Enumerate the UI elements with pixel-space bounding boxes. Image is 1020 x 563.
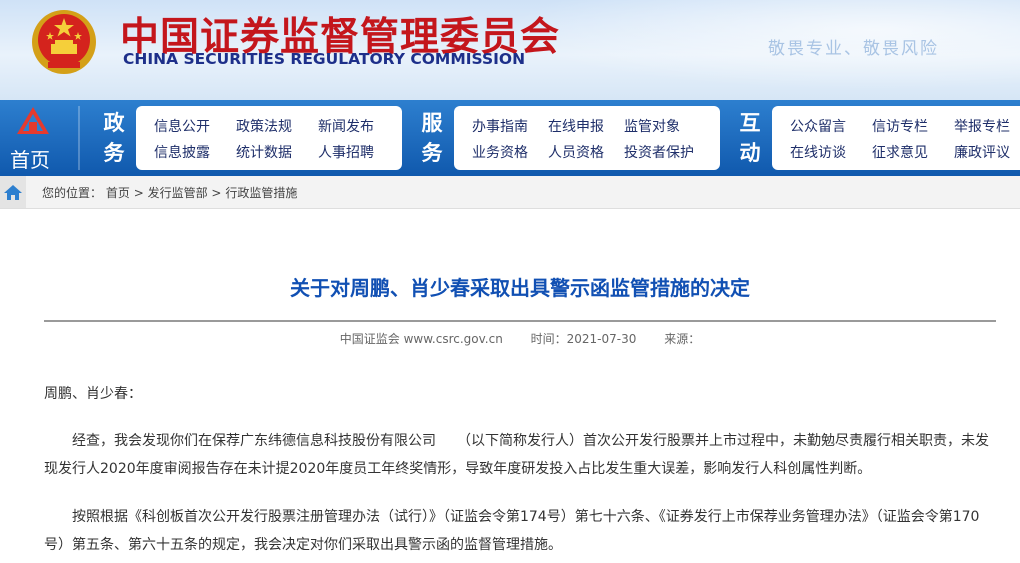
nav-group-fuwu: 办事指南 在线申报 监管对象 业务资格 人员资格 投资者保护 xyxy=(454,106,720,170)
national-emblem-icon xyxy=(32,10,96,74)
nav-item-zhengqiuyijian[interactable]: 征求意见 xyxy=(872,142,928,162)
csrc-logo-icon xyxy=(17,107,49,134)
nav-item-zhengcefagui[interactable]: 政策法规 xyxy=(236,116,292,136)
nav-category-zhengwu: 政 务 xyxy=(103,110,125,165)
nav-category-hudong: 互 动 xyxy=(739,110,761,165)
nav-home-label: 首页 xyxy=(10,148,50,172)
main-nav: 首页 政 务 信息公开 政策法规 新闻发布 信息披露 统计数据 人事招聘 服 务… xyxy=(0,100,1020,176)
breadcrumb-link-dept[interactable]: 发行监管部 xyxy=(148,186,208,200)
nav-item-xinxipilu[interactable]: 信息披露 xyxy=(154,142,210,162)
site-title-en: CHINA SECURITIES REGULATORY COMMISSION xyxy=(123,50,526,68)
nav-item-jubaozhuanlan[interactable]: 举报专栏 xyxy=(954,116,1010,136)
article-time: 时间：2021-07-30 xyxy=(530,332,637,346)
nav-group-hudong: 公众留言 信访专栏 举报专栏 在线访谈 征求意见 廉政评议 xyxy=(772,106,1020,170)
nav-item-banshizhinan[interactable]: 办事指南 xyxy=(472,116,528,136)
article-paragraph-2: 按照根据《科创板首次公开发行股票注册管理办法（试行）》（证监会令第174号）第七… xyxy=(44,509,980,553)
nav-item-renyuanzige[interactable]: 人员资格 xyxy=(548,142,604,162)
nav-item-yewuzige[interactable]: 业务资格 xyxy=(472,142,528,162)
breadcrumb: 您的位置： 首页 > 发行监管部 > 行政监管措施 xyxy=(0,176,1020,209)
article-salutation: 周鹏、肖少春： xyxy=(44,386,142,402)
site-slogan: 敬畏专业、敬畏风险 xyxy=(768,39,939,59)
nav-item-gongzhongliuyan[interactable]: 公众留言 xyxy=(790,116,846,136)
title-divider xyxy=(44,320,996,322)
nav-home[interactable]: 首页 xyxy=(0,100,80,176)
nav-group-zhengwu: 信息公开 政策法规 新闻发布 信息披露 统计数据 人事招聘 xyxy=(136,106,402,170)
nav-item-touzizhebaohu[interactable]: 投资者保护 xyxy=(624,142,694,162)
nav-item-tongjishuju[interactable]: 统计数据 xyxy=(236,142,292,162)
home-icon[interactable] xyxy=(0,176,26,208)
article-title: 关于对周鹏、肖少春采取出具警示函监管措施的决定 xyxy=(290,276,750,300)
nav-item-lianzhengpingyi[interactable]: 廉政评议 xyxy=(954,142,1010,162)
breadcrumb-separator: > xyxy=(133,186,144,200)
nav-divider xyxy=(78,106,80,170)
nav-item-renshizhaopin[interactable]: 人事招聘 xyxy=(318,142,374,162)
article-origin: 来源： xyxy=(664,332,701,346)
nav-item-zaixianshenbao[interactable]: 在线申报 xyxy=(548,116,604,136)
site-header: 中国证券监督管理委员会 CHINA SECURITIES REGULATORY … xyxy=(0,0,1020,100)
nav-item-zaixianfangtan[interactable]: 在线访谈 xyxy=(790,142,846,162)
breadcrumb-separator: > xyxy=(211,186,222,200)
nav-item-xinxigongkai[interactable]: 信息公开 xyxy=(154,116,210,136)
breadcrumb-link-current[interactable]: 行政监管措施 xyxy=(225,186,297,200)
nav-item-xinwenfabu[interactable]: 新闻发布 xyxy=(318,116,374,136)
article-paragraph-1: 经查，我会发现你们在保荐广东纬德信息科技股份有限公司 （以下简称发行人）首次公开… xyxy=(44,433,989,477)
nav-item-jianguanduixiang[interactable]: 监管对象 xyxy=(624,116,680,136)
article-meta: 中国证监会 www.csrc.gov.cn 时间：2021-07-30 来源： xyxy=(0,330,1020,347)
nav-category-fuwu: 服 务 xyxy=(421,110,443,165)
breadcrumb-trail: 您的位置： 首页 > 发行监管部 > 行政监管措施 xyxy=(42,184,297,201)
breadcrumb-link-home[interactable]: 首页 xyxy=(106,186,130,200)
nav-item-xinfangzhuanlan[interactable]: 信访专栏 xyxy=(872,116,928,136)
breadcrumb-prefix: 您的位置： xyxy=(42,186,103,200)
article-source: 中国证监会 www.csrc.gov.cn xyxy=(339,332,503,346)
